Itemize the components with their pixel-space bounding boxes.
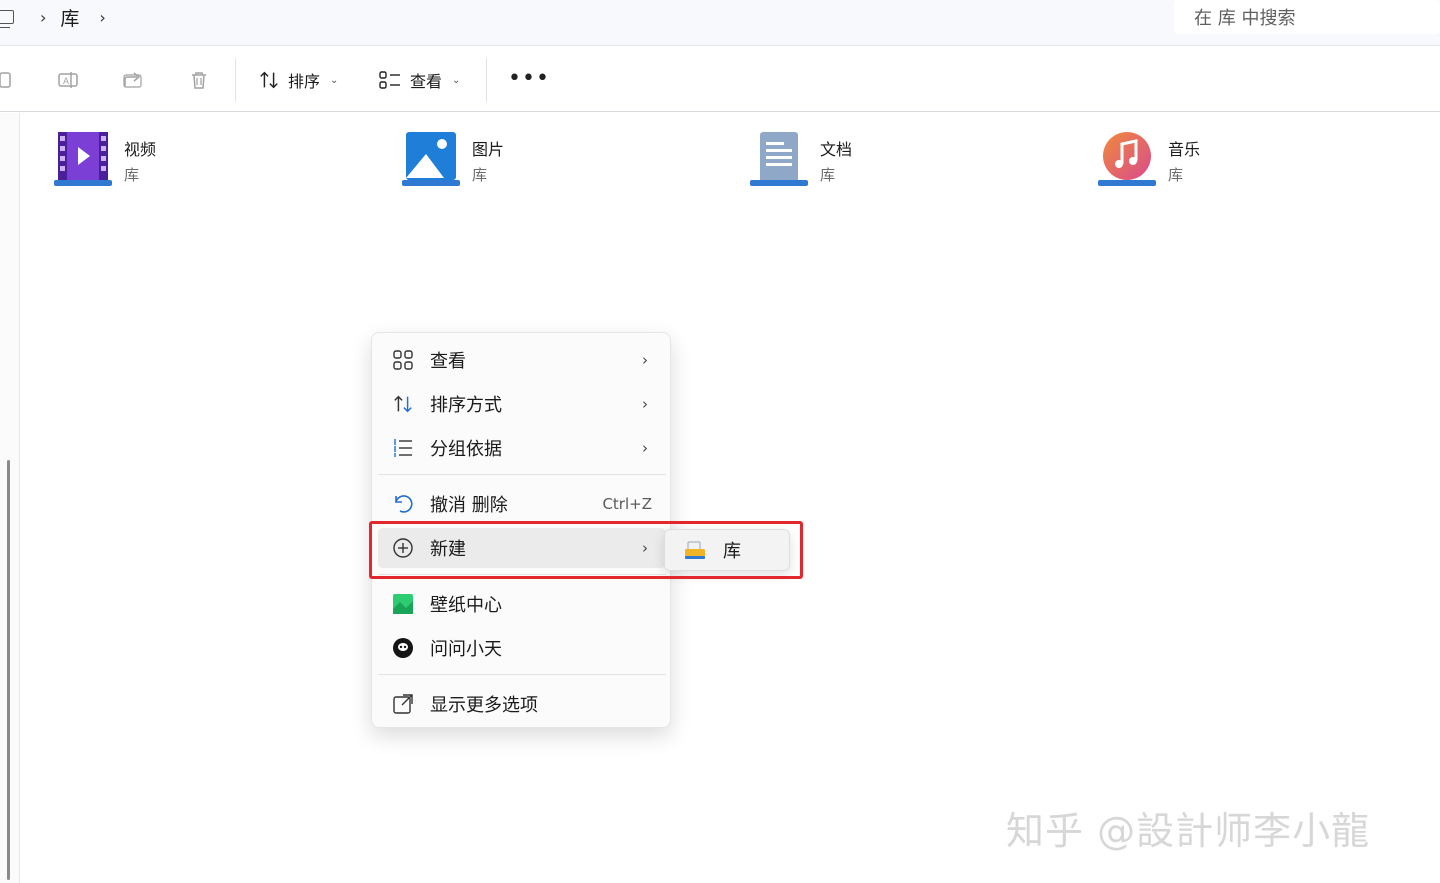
menu-item-label: 查看 — [430, 351, 466, 372]
view-label: 查看 — [410, 72, 443, 91]
view-button[interactable]: 查看 ⌄ — [378, 66, 460, 94]
library-name: 文档 — [820, 140, 853, 159]
chevron-right-icon: › — [642, 351, 648, 369]
sort-icon — [260, 71, 278, 89]
toolbar-divider — [235, 58, 236, 102]
menu-item-label: 壁纸中心 — [430, 595, 502, 616]
menu-item-show-more-options[interactable]: 显示更多选项 — [378, 684, 666, 724]
chevron-right-icon[interactable]: › — [99, 8, 105, 27]
menu-item-label: 问问小天 — [430, 639, 502, 660]
menu-item-label: 排序方式 — [430, 395, 502, 416]
undo-icon — [395, 495, 413, 513]
chevron-right-icon: › — [642, 395, 648, 413]
pictures-library-icon — [402, 132, 460, 186]
grid-view-icon — [393, 350, 413, 370]
chevron-down-icon: ⌄ — [330, 74, 339, 86]
library-item-videos[interactable]: 视频 库 — [54, 130, 156, 190]
library-item-documents[interactable]: 文档 库 — [750, 130, 852, 190]
highlight-annotation — [369, 521, 803, 579]
library-type: 库 — [124, 166, 140, 184]
library-item-pictures[interactable]: 图片 库 — [402, 130, 504, 190]
view-icon — [379, 71, 400, 89]
chevron-right-icon[interactable]: › — [40, 8, 46, 27]
shortcut-hint: Ctrl+Z — [602, 495, 652, 513]
menu-item-label: 分组依据 — [430, 439, 502, 460]
video-library-icon — [54, 132, 112, 186]
menu-item-sort-by[interactable]: 排序方式 › — [378, 384, 666, 424]
share-icon[interactable] — [121, 68, 145, 92]
breadcrumb[interactable]: › 库 › — [0, 0, 1162, 34]
menu-item-label: 显示更多选项 — [430, 695, 538, 716]
sort-label: 排序 — [288, 72, 321, 91]
library-name: 视频 — [124, 140, 157, 159]
group-list-icon — [394, 439, 412, 457]
library-type: 库 — [472, 166, 488, 184]
chevron-right-icon: › — [642, 439, 648, 457]
library-type: 库 — [820, 166, 836, 184]
menu-separator — [378, 474, 666, 475]
more-options-button[interactable]: ••• — [508, 68, 550, 90]
documents-library-icon — [750, 132, 808, 186]
assistant-icon — [393, 638, 413, 658]
sort-icon — [394, 395, 412, 413]
menu-item-label: 撤消 删除 — [430, 495, 508, 516]
breadcrumb-current[interactable]: 库 — [60, 4, 79, 31]
music-library-icon — [1098, 132, 1156, 186]
sort-button[interactable]: 排序 ⌄ — [258, 66, 338, 94]
toolbar-divider — [486, 58, 487, 102]
delete-icon[interactable] — [187, 68, 211, 92]
library-name: 音乐 — [1168, 140, 1201, 159]
address-bar: › 库 › 在 库 中搜索 — [0, 0, 1440, 46]
menu-item-wallpaper-center[interactable]: 壁纸中心 — [378, 584, 666, 624]
this-pc-icon[interactable] — [0, 10, 14, 28]
watermark: 知乎 @設計师李小龍 — [1006, 809, 1371, 853]
navigation-pane — [0, 113, 20, 883]
menu-item-group-by[interactable]: 分组依据 › — [378, 428, 666, 468]
rename-icon[interactable]: A — [56, 68, 80, 92]
menu-item-undo-delete[interactable]: 撤消 删除 Ctrl+Z — [378, 484, 666, 524]
menu-separator — [378, 674, 666, 675]
library-item-music[interactable]: 音乐 库 — [1098, 130, 1200, 190]
menu-item-view[interactable]: 查看 › — [378, 340, 666, 380]
copy-icon[interactable] — [0, 68, 18, 92]
scrollbar-thumb[interactable] — [7, 460, 10, 880]
wallpaper-icon — [393, 594, 413, 614]
chevron-down-icon: ⌄ — [452, 74, 461, 86]
menu-item-ask-assistant[interactable]: 问问小天 — [378, 628, 666, 668]
open-external-icon — [393, 694, 413, 714]
library-name: 图片 — [472, 140, 505, 159]
search-placeholder: 在 库 中搜索 — [1194, 8, 1296, 29]
svg-text:A: A — [63, 76, 69, 86]
command-bar: A 排序 ⌄ 查看 ⌄ ••• — [0, 48, 1440, 112]
search-input[interactable]: 在 库 中搜索 — [1174, 0, 1440, 34]
library-type: 库 — [1168, 166, 1184, 184]
